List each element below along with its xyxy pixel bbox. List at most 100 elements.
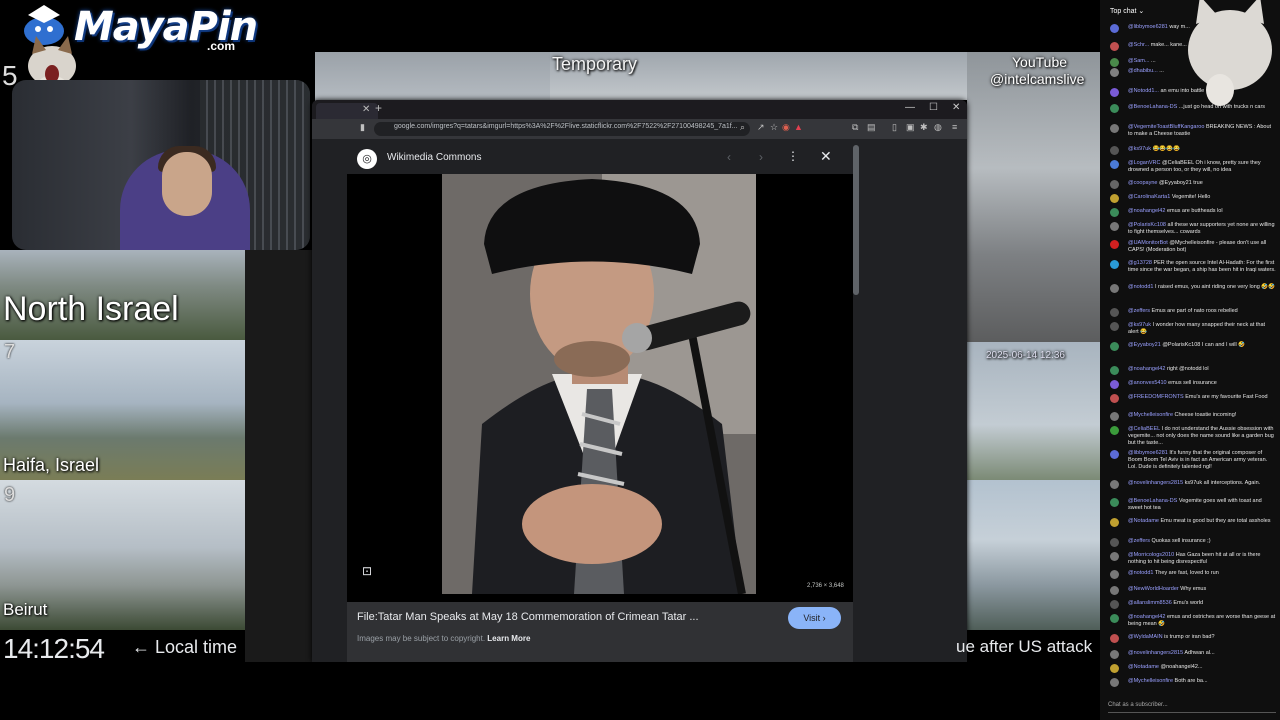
chat-username[interactable]: @Schr... xyxy=(1128,42,1149,48)
window-close-icon[interactable]: ✕ xyxy=(952,102,960,113)
chat-username[interactable]: @Morricologs2010 xyxy=(1128,552,1174,558)
share-icon[interactable]: ↗ xyxy=(757,122,765,133)
chat-username[interactable]: @ks97uk xyxy=(1128,322,1151,328)
chat-username[interactable]: @zeffers xyxy=(1128,538,1150,544)
sidebar-icon[interactable]: ▯ xyxy=(892,122,897,133)
reader-icon[interactable]: ▤ xyxy=(867,122,876,133)
image-caption[interactable]: File:Tatar Man Speaks at May 18 Commemor… xyxy=(357,611,699,623)
chat-username[interactable]: @allanslimm8536 xyxy=(1128,600,1172,606)
chat-username[interactable]: @Eyyaboy21 xyxy=(1128,342,1161,348)
chat-username[interactable]: @FREEDOMFRONTS xyxy=(1128,394,1184,400)
avatar[interactable] xyxy=(1110,426,1119,435)
close-icon[interactable]: ✕ xyxy=(820,148,832,165)
avatar[interactable] xyxy=(1110,450,1119,459)
next-arrow-icon[interactable]: › xyxy=(759,150,763,164)
shield-icon[interactable]: ◍ xyxy=(934,122,942,133)
avatar[interactable] xyxy=(1110,88,1119,97)
chat-username[interactable]: @coopayne xyxy=(1128,180,1157,186)
chat-username[interactable]: @CeliaBEEL xyxy=(1128,426,1160,432)
avatar[interactable] xyxy=(1110,308,1119,317)
chat-username[interactable]: @noahangel42 xyxy=(1128,366,1165,372)
chat-username[interactable]: @libbymoe6281 xyxy=(1128,450,1168,456)
tab-search-icon[interactable]: ▣ xyxy=(906,122,915,133)
minimize-icon[interactable]: — xyxy=(905,102,915,113)
preview-photo[interactable] xyxy=(442,174,756,594)
chat-username[interactable]: @PolarisKc108 xyxy=(1128,222,1166,228)
browser-tab[interactable]: ✕ xyxy=(316,103,378,119)
avatar[interactable] xyxy=(1110,222,1119,231)
chat-username[interactable]: @Sam... xyxy=(1128,58,1149,64)
avatar[interactable] xyxy=(1110,124,1119,133)
chat-input[interactable]: Chat as a subscriber... xyxy=(1108,700,1276,713)
avatar[interactable] xyxy=(1110,600,1119,609)
url-field[interactable]: google.com/imgres?q=tatars&imgurl=https%… xyxy=(374,122,750,136)
avatar[interactable] xyxy=(1110,146,1119,155)
chat-username[interactable]: @dhabibu... xyxy=(1128,68,1158,74)
chat-username[interactable]: @notodd1 xyxy=(1128,284,1153,290)
visit-button[interactable]: Visit › xyxy=(788,607,841,629)
browser-window[interactable]: ✕ + — ☐ ✕ ▮ google.com/imgres?q=tatars&i… xyxy=(312,100,967,662)
chat-username[interactable]: @noahangel42 xyxy=(1128,208,1165,214)
avatar[interactable] xyxy=(1110,104,1119,113)
chat-username[interactable]: @Notadame xyxy=(1128,518,1159,524)
chat-username[interactable]: @CarolinaKarta1 xyxy=(1128,194,1170,200)
new-tab-icon[interactable]: + xyxy=(375,101,382,115)
more-options-icon[interactable]: ⋮ xyxy=(787,149,799,163)
avatar[interactable] xyxy=(1110,366,1119,375)
chat-username[interactable]: @g13728 xyxy=(1128,260,1152,266)
avatar[interactable] xyxy=(1110,518,1119,527)
bookmark-icon[interactable]: ▮ xyxy=(360,122,365,133)
avatar[interactable] xyxy=(1110,284,1119,293)
avatar[interactable] xyxy=(1110,194,1119,203)
avatar[interactable] xyxy=(1110,634,1119,643)
avatar[interactable] xyxy=(1110,498,1119,507)
avatar[interactable] xyxy=(1110,586,1119,595)
avatar[interactable] xyxy=(1110,650,1119,659)
tab-close-icon[interactable]: ✕ xyxy=(362,104,370,115)
avatar[interactable] xyxy=(1110,260,1119,269)
settings-icon[interactable]: ✱ xyxy=(920,122,928,133)
chat-username[interactable]: @novelinhangers2815 xyxy=(1128,480,1183,486)
avatar[interactable] xyxy=(1110,208,1119,217)
avatar[interactable] xyxy=(1110,160,1119,169)
avatar[interactable] xyxy=(1110,394,1119,403)
alert-extension-icon[interactable]: ▲ xyxy=(794,122,803,132)
avatar[interactable] xyxy=(1110,678,1119,687)
avatar[interactable] xyxy=(1110,24,1119,33)
avatar[interactable] xyxy=(1110,412,1119,421)
chat-username[interactable]: @anonvex5410 xyxy=(1128,380,1167,386)
avatar[interactable] xyxy=(1110,240,1119,249)
chat-filter-dropdown[interactable]: Top chat ⌄ xyxy=(1110,7,1144,15)
maximize-icon[interactable]: ☐ xyxy=(929,102,938,113)
prev-arrow-icon[interactable]: ‹ xyxy=(727,150,731,164)
avatar[interactable] xyxy=(1110,42,1119,51)
chat-username[interactable]: @ks97uk xyxy=(1128,146,1151,152)
chat-username[interactable]: @BenoeLahana-DS xyxy=(1128,498,1177,504)
star-icon[interactable]: ☆ xyxy=(770,122,778,133)
avatar[interactable] xyxy=(1110,664,1119,673)
avatar[interactable] xyxy=(1110,380,1119,389)
avatar[interactable] xyxy=(1110,552,1119,561)
avatar[interactable] xyxy=(1110,322,1119,331)
extension-icon[interactable]: ◉ xyxy=(782,122,790,133)
chat-username[interactable]: @WyldaMAIN xyxy=(1128,634,1163,640)
chat-username[interactable]: @VegemiteToastBluffKangaroo xyxy=(1128,124,1204,130)
avatar[interactable] xyxy=(1110,342,1119,351)
chat-username[interactable]: @UAMonitorBot xyxy=(1128,240,1168,246)
menu-icon[interactable]: ≡ xyxy=(952,122,957,132)
avatar[interactable] xyxy=(1110,480,1119,489)
chat-username[interactable]: @notodd1 xyxy=(1128,570,1153,576)
chat-username[interactable]: @LoganVRC xyxy=(1128,160,1161,166)
chat-username[interactable]: @NewWorldHoarder xyxy=(1128,586,1179,592)
avatar[interactable] xyxy=(1110,614,1119,623)
chat-username[interactable]: @Mychelleisonfire xyxy=(1128,412,1173,418)
chat-username[interactable]: @Notodd1... xyxy=(1128,88,1159,94)
chat-username[interactable]: @novelinhangers2815 xyxy=(1128,650,1183,656)
avatar[interactable] xyxy=(1110,570,1119,579)
zoom-icon[interactable]: ⌕ xyxy=(740,122,745,133)
chat-username[interactable]: @Mychelleisonfire xyxy=(1128,678,1173,684)
avatar[interactable] xyxy=(1110,538,1119,547)
page-scrollbar[interactable] xyxy=(853,145,859,295)
chat-username[interactable]: @Notadame xyxy=(1128,664,1159,670)
chat-username[interactable]: @noahangel42 xyxy=(1128,614,1165,620)
